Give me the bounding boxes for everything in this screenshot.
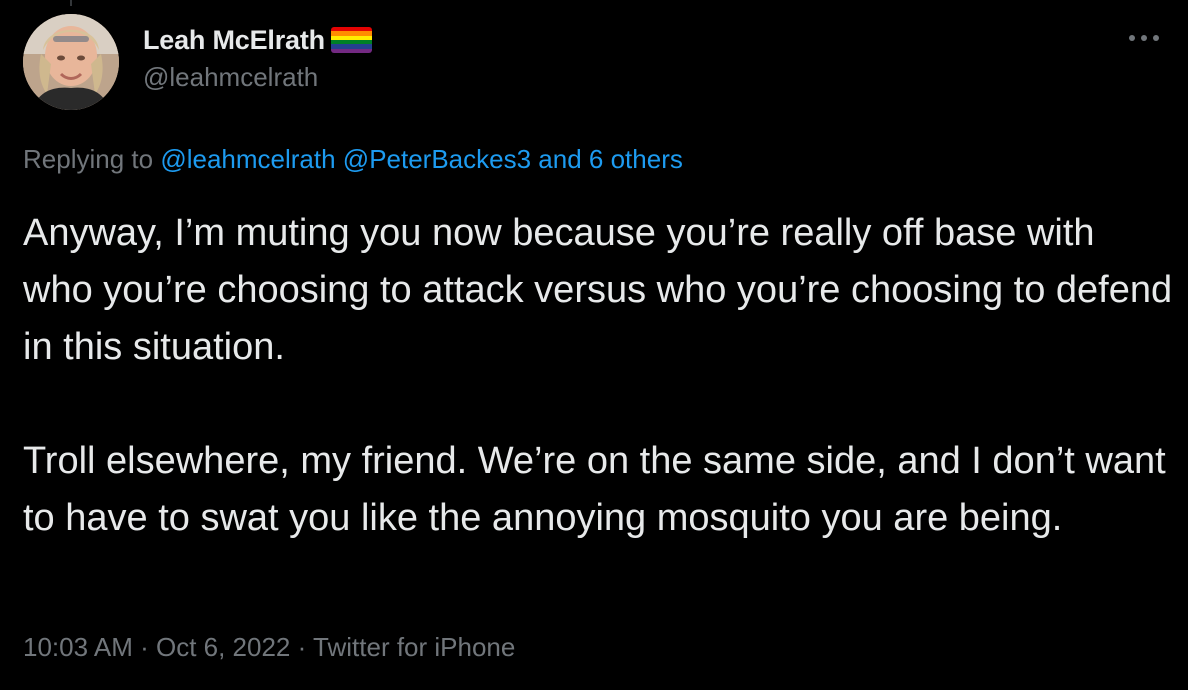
tweet-time[interactable]: 10:03 AM xyxy=(23,632,133,662)
replying-to-line: Replying to @leahmcelrath @PeterBackes3 … xyxy=(23,144,683,175)
more-options-button[interactable] xyxy=(1126,26,1162,50)
tweet-metadata: 10:03 AM · Oct 6, 2022 · Twitter for iPh… xyxy=(23,632,515,663)
display-name[interactable]: Leah McElrath xyxy=(143,25,325,56)
more-options-icon xyxy=(1129,35,1159,41)
thread-connector-line xyxy=(70,0,72,6)
user-handle[interactable]: @leahmcelrath xyxy=(143,62,372,93)
others-link[interactable]: and 6 others xyxy=(538,144,683,174)
tweet-paragraph: Troll elsewhere, my friend. We’re on the… xyxy=(23,440,1166,539)
mention-link[interactable]: @PeterBackes3 xyxy=(343,144,531,174)
tweet-paragraph: Anyway, I’m muting you now because you’r… xyxy=(23,212,1173,368)
name-row: Leah McElrath xyxy=(143,22,372,58)
author-block: Leah McElrath @leahmcelrath xyxy=(143,22,372,93)
rainbow-flag-icon xyxy=(330,27,372,53)
replying-to-label: Replying to xyxy=(23,144,154,174)
avatar-photo xyxy=(23,14,119,110)
tweet-source: Twitter for iPhone xyxy=(313,632,516,662)
tweet-card: Leah McElrath @leahmcelrath Replying to … xyxy=(0,0,1188,690)
meta-separator: · xyxy=(132,632,156,662)
tweet-text: Anyway, I’m muting you now because you’r… xyxy=(23,205,1173,547)
mention-link[interactable]: @leahmcelrath xyxy=(160,144,335,174)
avatar[interactable] xyxy=(23,14,119,110)
tweet-date[interactable]: Oct 6, 2022 xyxy=(156,632,290,662)
meta-separator: · xyxy=(290,632,314,662)
